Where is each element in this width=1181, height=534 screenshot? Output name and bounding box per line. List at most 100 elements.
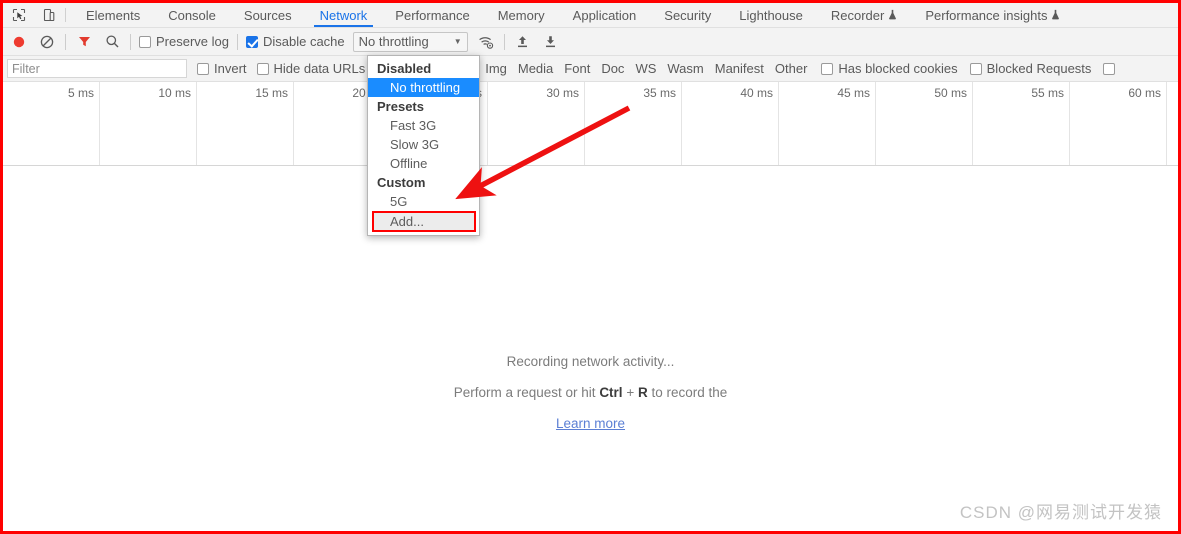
dropdown-group-disabled: Disabled [377, 61, 432, 76]
dropdown-item-slow-3g[interactable]: Slow 3G [368, 135, 479, 154]
dropdown-item-no-throttling[interactable]: No throttling [368, 78, 479, 97]
search-icon[interactable] [102, 32, 122, 52]
ruler-label: 30 ms [546, 86, 579, 100]
disable-cache-checkbox[interactable]: Disable cache [245, 34, 345, 49]
preserve-log-checkbox[interactable]: Preserve log [139, 34, 229, 49]
ruler-label: 55 ms [1031, 86, 1064, 100]
tab-list: Elements Console Sources Network Perform… [72, 3, 1074, 27]
tab-label: Sources [243, 7, 292, 23]
checkbox-box[interactable] [139, 35, 151, 48]
learn-more-link[interactable]: Learn more [556, 416, 625, 431]
tab-label: Lighthouse [739, 7, 803, 23]
type-filter-img[interactable]: Img [485, 61, 507, 76]
export-har-icon[interactable] [541, 32, 561, 52]
ruler-label: 60 ms [1128, 86, 1161, 100]
network-conditions-icon[interactable] [476, 32, 496, 52]
filter-input[interactable]: Filter [7, 59, 187, 78]
tab-performance-insights[interactable]: Performance insights [911, 3, 1074, 27]
ruler-label: 10 ms [158, 86, 191, 100]
filter-bar-checkboxes: Has blocked cookies Blocked Requests [821, 61, 1116, 76]
devtools-window: Elements Console Sources Network Perform… [0, 0, 1181, 534]
ruler-label: 45 ms [837, 86, 870, 100]
key-plus: + [622, 385, 638, 400]
inspect-element-icon[interactable] [9, 5, 29, 25]
ruler-tick: 15 ms [197, 82, 294, 165]
has-blocked-cookies-checkbox[interactable]: Has blocked cookies [821, 61, 958, 76]
filter-funnel-icon[interactable] [74, 32, 94, 52]
checkbox-box[interactable] [821, 62, 834, 75]
tab-console[interactable]: Console [154, 3, 230, 27]
tab-performance[interactable]: Performance [381, 3, 483, 27]
checkbox-box[interactable] [969, 62, 982, 75]
flask-icon [888, 8, 897, 23]
checkbox-box[interactable] [245, 35, 258, 48]
network-request-area: Recording network activity... Perform a … [3, 166, 1178, 531]
checkbox-box[interactable] [256, 62, 269, 75]
dropdown-group-presets: Presets [377, 99, 424, 114]
record-button-icon[interactable] [9, 32, 29, 52]
tab-lighthouse[interactable]: Lighthouse [725, 3, 817, 27]
tab-sources[interactable]: Sources [230, 3, 306, 27]
tab-elements[interactable]: Elements [72, 3, 154, 27]
invert-checkbox[interactable]: Invert [197, 61, 247, 76]
filter-placeholder: Filter [12, 61, 40, 76]
device-toolbar-icon[interactable] [39, 5, 59, 25]
dropdown-group-custom: Custom [377, 175, 426, 190]
toolbar-divider [503, 33, 505, 50]
type-filter-font[interactable]: Font [564, 61, 590, 76]
clear-icon[interactable] [37, 32, 57, 52]
filter-bar: Filter Invert Hide data URLs JS CSS Img … [3, 56, 1178, 82]
tab-label: Application [572, 7, 637, 23]
type-filter-other[interactable]: Other [775, 61, 808, 76]
ruler-label: 5 ms [67, 86, 94, 100]
tab-security[interactable]: Security [650, 3, 725, 27]
dropdown-item-add[interactable]: Add... [372, 211, 476, 232]
ruler-tick: 50 ms [876, 82, 973, 165]
network-overview-ruler[interactable]: 5 ms 10 ms 15 ms 20 ms 25 ms 30 ms 35 ms… [3, 82, 1178, 166]
devtools-panel: Elements Console Sources Network Perform… [3, 3, 1178, 531]
ruler-tick: 60 ms [1070, 82, 1167, 165]
ruler-tick: 40 ms [682, 82, 779, 165]
empty-state-message: Recording network activity... Perform a … [141, 346, 1041, 439]
ruler-tick: 30 ms [488, 82, 585, 165]
type-filter-manifest[interactable]: Manifest [715, 61, 764, 76]
key-r: R [637, 385, 648, 400]
blocked-requests-label: Blocked Requests [986, 61, 1092, 76]
tab-memory[interactable]: Memory [484, 3, 559, 27]
dropdown-item-fast-3g[interactable]: Fast 3G [368, 116, 479, 135]
preserve-log-label: Preserve log [156, 34, 229, 49]
tab-network[interactable]: Network [306, 3, 382, 27]
ruler-label: 40 ms [740, 86, 773, 100]
tabbar-divider [65, 8, 66, 22]
throttling-dropdown-menu[interactable]: Disabled No throttling Presets Fast 3G S… [367, 55, 480, 236]
type-filter-wasm[interactable]: Wasm [667, 61, 703, 76]
disable-cache-label: Disable cache [262, 34, 345, 49]
tab-label: Recorder [830, 7, 885, 23]
import-har-icon[interactable] [513, 32, 533, 52]
toolbar-divider [130, 33, 131, 50]
tab-label: Network [319, 7, 368, 23]
record-hint-text: Perform a request or hit Ctrl + R to rec… [141, 377, 1041, 408]
dropdown-item-offline[interactable]: Offline [368, 154, 479, 173]
type-filter-doc[interactable]: Doc [601, 61, 624, 76]
tab-recorder[interactable]: Recorder [817, 3, 911, 27]
tab-label: Console [168, 7, 216, 23]
hide-data-urls-checkbox[interactable]: Hide data URLs [256, 61, 365, 76]
dropdown-item-5g[interactable]: 5G [368, 192, 479, 211]
ruler-label: 35 ms [643, 86, 676, 100]
flask-icon [1051, 8, 1060, 23]
chevron-down-icon: ▼ [453, 37, 462, 46]
checkbox-box[interactable] [197, 62, 209, 75]
type-filter-media[interactable]: Media [518, 61, 553, 76]
throttling-select[interactable]: No throttling ▼ [352, 31, 468, 52]
tab-label: Memory [497, 7, 545, 23]
type-filter-ws[interactable]: WS [635, 61, 656, 76]
third-party-requests-checkbox[interactable] [1103, 62, 1116, 75]
ruler-tick: 35 ms [585, 82, 682, 165]
has-blocked-cookies-label: Has blocked cookies [838, 61, 958, 76]
hint-suffix: to record the [647, 385, 728, 400]
ruler-tick: 10 ms [100, 82, 197, 165]
checkbox-box[interactable] [1103, 62, 1116, 75]
blocked-requests-checkbox[interactable]: Blocked Requests [969, 61, 1092, 76]
tab-application[interactable]: Application [559, 3, 651, 27]
